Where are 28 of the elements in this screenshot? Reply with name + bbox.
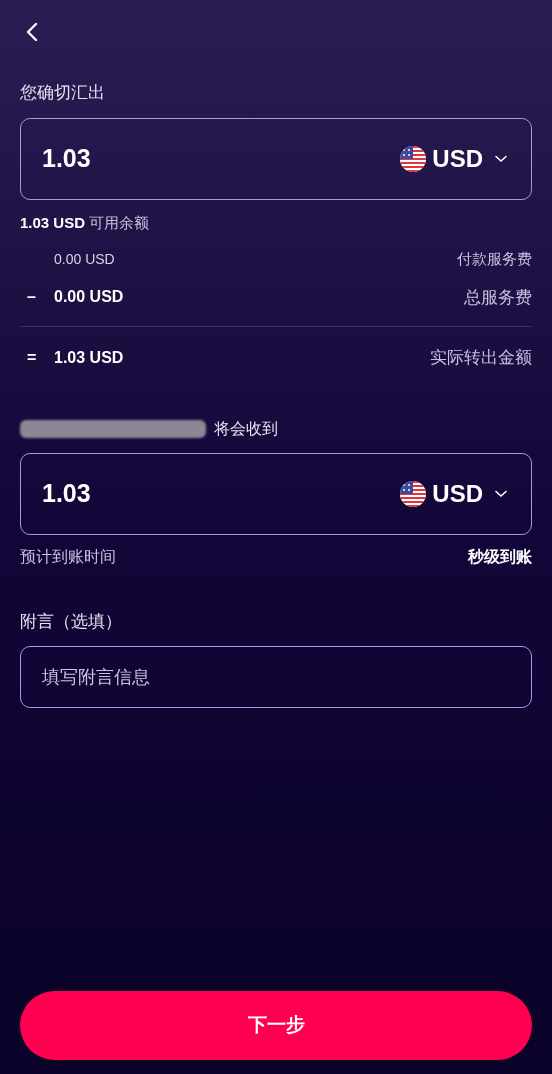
memo-field[interactable]: 填写附言信息 [20,646,532,708]
fee-label: 总服务费 [464,286,532,309]
fee-amount: 0.00 USD [54,249,115,269]
total-amount: 1.03 USD [54,347,124,368]
flag-icon [400,145,427,172]
balance-label: 可用余额 [89,212,150,233]
minus-sign: – [26,287,37,308]
back-icon [25,22,39,42]
arrival-time-label: 预计到账时间 [20,546,116,567]
fee-amount: 0.00 USD [54,287,124,308]
section-label: 您确切汇出 [20,82,105,104]
arrival-time-value: 秒级到账 [468,546,532,567]
amount-field[interactable]: 1.03 USD [20,117,532,200]
equals-sign: = [26,347,38,368]
balance-amount: 1.03 USD [20,212,86,233]
chevron-down-icon [495,489,507,498]
section-label: 将会收到 [214,418,278,439]
amount-field[interactable]: 1.03 USD [20,452,532,535]
total-label: 实际转出金额 [430,347,532,369]
section-label: 附言（选填） [20,610,122,633]
next-button[interactable]: 下一步 [20,991,532,1060]
flag-icon [400,480,427,507]
amount-value: 1.03 [42,142,91,174]
currency-selector[interactable]: USD [400,475,507,512]
fee-label: 付款服务费 [457,249,532,269]
amount-value: 1.03 [42,477,91,509]
chevron-down-icon [495,154,507,163]
currency-selector[interactable]: USD [400,140,507,177]
